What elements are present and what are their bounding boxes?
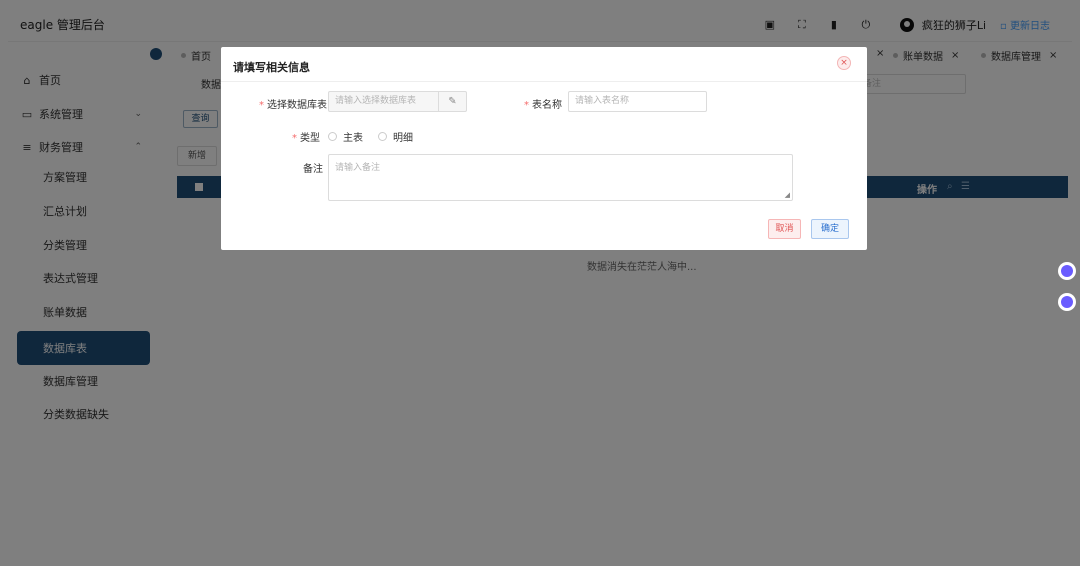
- required-mark: *: [524, 100, 529, 111]
- float-assistant-button[interactable]: [1058, 262, 1076, 280]
- type-label-text: 类型: [300, 133, 320, 144]
- dialog-title: 请填写相关信息: [233, 61, 310, 74]
- type-label: * 类型: [292, 129, 320, 144]
- table-name-input[interactable]: 请输入表名称: [568, 91, 707, 112]
- robot-icon: [1061, 296, 1073, 308]
- assistant-icon: [1061, 265, 1073, 277]
- radio-circle: [328, 132, 337, 141]
- db-table-placeholder: 请输入选择数据库表: [335, 96, 417, 106]
- note-placeholder: 请输入备注: [335, 163, 381, 173]
- dialog-divider: [221, 81, 867, 82]
- radio-main-table[interactable]: 主表: [328, 129, 363, 144]
- table-name-label: * 表名称: [524, 96, 562, 111]
- note-textarea[interactable]: 请输入备注 ◢: [328, 154, 793, 201]
- db-table-label-text: 选择数据库表: [267, 100, 327, 111]
- table-name-label-text: 表名称: [532, 100, 562, 111]
- radio-circle: [378, 132, 387, 141]
- form-dialog: 请填写相关信息 × * 选择数据库表 请输入选择数据库表 ✎ * 表名称 请输入表名…: [221, 47, 867, 250]
- db-table-select[interactable]: 请输入选择数据库表 ✎: [328, 91, 467, 112]
- db-table-label: * 选择数据库表: [259, 96, 327, 111]
- resize-handle-icon[interactable]: ◢: [785, 191, 790, 199]
- edit-icon[interactable]: ✎: [438, 92, 466, 111]
- close-icon[interactable]: ×: [837, 56, 851, 70]
- required-mark: *: [292, 133, 297, 144]
- radio-label: 主表: [343, 133, 363, 144]
- radio-detail[interactable]: 明细: [378, 129, 413, 144]
- note-label: 备注: [303, 164, 323, 175]
- confirm-button[interactable]: 确定: [811, 219, 849, 239]
- radio-label: 明细: [393, 133, 413, 144]
- float-bot-button[interactable]: [1058, 293, 1076, 311]
- required-mark: *: [259, 100, 264, 111]
- cancel-button[interactable]: 取消: [768, 219, 801, 239]
